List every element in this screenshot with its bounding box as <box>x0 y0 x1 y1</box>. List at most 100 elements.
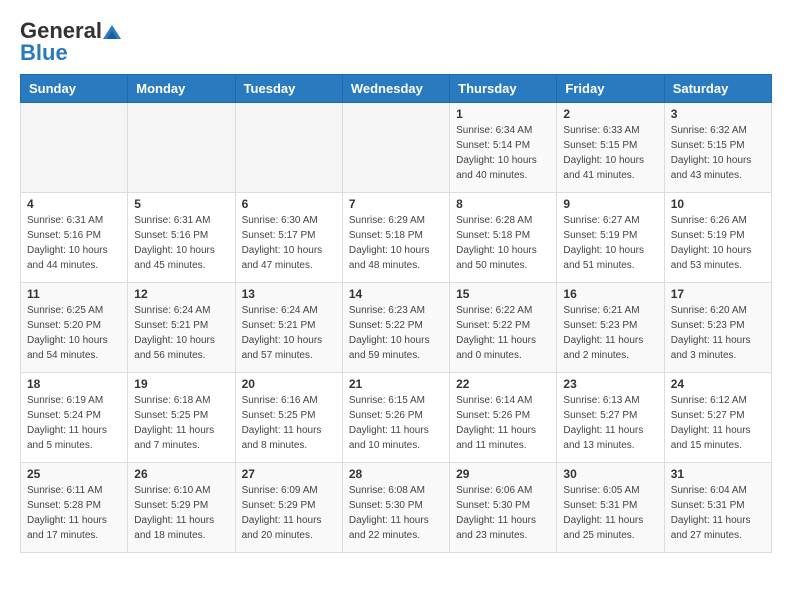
day-info: Sunrise: 6:29 AM Sunset: 5:18 PM Dayligh… <box>349 213 443 273</box>
logo-icon <box>103 25 121 39</box>
calendar-cell: 3Sunrise: 6:32 AM Sunset: 5:15 PM Daylig… <box>664 103 771 193</box>
day-info: Sunrise: 6:26 AM Sunset: 5:19 PM Dayligh… <box>671 213 765 273</box>
day-number: 20 <box>242 377 336 391</box>
column-header-saturday: Saturday <box>664 75 771 103</box>
day-number: 29 <box>456 467 550 481</box>
day-info: Sunrise: 6:13 AM Sunset: 5:27 PM Dayligh… <box>563 393 657 453</box>
logo-text: General <box>20 20 122 42</box>
day-info: Sunrise: 6:22 AM Sunset: 5:22 PM Dayligh… <box>456 303 550 363</box>
calendar-cell: 4 Sunrise: 6:31 AM Sunset: 5:16 PM Daylig… <box>21 193 128 283</box>
day-number: 31 <box>671 467 765 481</box>
calendar-cell: 16 Sunrise: 6:21 AM Sunset: 5:23 PM Dayli… <box>557 283 664 373</box>
day-info: Sunrise: 6:08 AM Sunset: 5:30 PM Dayligh… <box>349 483 443 543</box>
day-number: 24 <box>671 377 765 391</box>
day-info: Sunrise: 6:20 AM Sunset: 5:23 PM Dayligh… <box>671 303 765 363</box>
day-info: Sunrise: 6:04 AM Sunset: 5:31 PM Dayligh… <box>671 483 765 543</box>
day-number: 28 <box>349 467 443 481</box>
day-info: Sunrise: 6:14 AM Sunset: 5:26 PM Dayligh… <box>456 393 550 453</box>
day-number: 11 <box>27 287 121 301</box>
day-number: 22 <box>456 377 550 391</box>
day-info: Sunrise: 6:28 AM Sunset: 5:18 PM Dayligh… <box>456 213 550 273</box>
calendar-cell <box>128 103 235 193</box>
day-number: 30 <box>563 467 657 481</box>
calendar-cell: 21 Sunrise: 6:15 AM Sunset: 5:26 PM Dayli… <box>342 373 449 463</box>
day-number: 8 <box>456 197 550 211</box>
calendar-table: SundayMondayTuesdayWednesdayThursdayFrid… <box>20 74 772 553</box>
week-row-2: 4 Sunrise: 6:31 AM Sunset: 5:16 PM Daylig… <box>21 193 772 283</box>
calendar-cell: 26Sunrise: 6:10 AM Sunset: 5:29 PM Dayli… <box>128 463 235 553</box>
day-info: Sunrise: 6:18 AM Sunset: 5:25 PM Dayligh… <box>134 393 228 453</box>
calendar-cell: 5 Sunrise: 6:31 AM Sunset: 5:16 PM Daylig… <box>128 193 235 283</box>
day-number: 25 <box>27 467 121 481</box>
day-number: 19 <box>134 377 228 391</box>
day-info: Sunrise: 6:11 AM Sunset: 5:28 PM Dayligh… <box>27 483 121 543</box>
column-header-thursday: Thursday <box>450 75 557 103</box>
day-number: 16 <box>563 287 657 301</box>
calendar-cell <box>342 103 449 193</box>
column-header-monday: Monday <box>128 75 235 103</box>
week-row-5: 25 Sunrise: 6:11 AM Sunset: 5:28 PM Dayli… <box>21 463 772 553</box>
day-number: 18 <box>27 377 121 391</box>
day-number: 23 <box>563 377 657 391</box>
page-header: General Blue <box>20 20 772 64</box>
day-number: 12 <box>134 287 228 301</box>
day-info: Sunrise: 6:21 AM Sunset: 5:23 PM Dayligh… <box>563 303 657 363</box>
calendar-cell: 1Sunrise: 6:34 AM Sunset: 5:14 PM Daylig… <box>450 103 557 193</box>
calendar-cell: 30Sunrise: 6:05 AM Sunset: 5:31 PM Dayli… <box>557 463 664 553</box>
day-info: Sunrise: 6:12 AM Sunset: 5:27 PM Dayligh… <box>671 393 765 453</box>
calendar-cell: 6 Sunrise: 6:30 AM Sunset: 5:17 PM Daylig… <box>235 193 342 283</box>
calendar-cell: 23 Sunrise: 6:13 AM Sunset: 5:27 PM Dayli… <box>557 373 664 463</box>
day-number: 5 <box>134 197 228 211</box>
day-info: Sunrise: 6:27 AM Sunset: 5:19 PM Dayligh… <box>563 213 657 273</box>
calendar-cell: 20 Sunrise: 6:16 AM Sunset: 5:25 PM Dayli… <box>235 373 342 463</box>
logo-blue: Blue <box>20 42 68 64</box>
calendar-cell: 28 Sunrise: 6:08 AM Sunset: 5:30 PM Dayli… <box>342 463 449 553</box>
day-info: Sunrise: 6:33 AM Sunset: 5:15 PM Dayligh… <box>563 123 657 183</box>
calendar-cell: 8 Sunrise: 6:28 AM Sunset: 5:18 PM Daylig… <box>450 193 557 283</box>
day-number: 14 <box>349 287 443 301</box>
day-number: 21 <box>349 377 443 391</box>
day-info: Sunrise: 6:15 AM Sunset: 5:26 PM Dayligh… <box>349 393 443 453</box>
column-header-friday: Friday <box>557 75 664 103</box>
column-header-wednesday: Wednesday <box>342 75 449 103</box>
calendar-cell: 29 Sunrise: 6:06 AM Sunset: 5:30 PM Dayli… <box>450 463 557 553</box>
calendar-cell: 9Sunrise: 6:27 AM Sunset: 5:19 PM Daylig… <box>557 193 664 283</box>
calendar-cell: 2Sunrise: 6:33 AM Sunset: 5:15 PM Daylig… <box>557 103 664 193</box>
calendar-cell: 19 Sunrise: 6:18 AM Sunset: 5:25 PM Dayli… <box>128 373 235 463</box>
calendar-cell: 14 Sunrise: 6:23 AM Sunset: 5:22 PM Dayli… <box>342 283 449 373</box>
day-number: 4 <box>27 197 121 211</box>
calendar-cell: 15 Sunrise: 6:22 AM Sunset: 5:22 PM Dayli… <box>450 283 557 373</box>
day-number: 15 <box>456 287 550 301</box>
calendar-cell: 12Sunrise: 6:24 AM Sunset: 5:21 PM Dayli… <box>128 283 235 373</box>
day-number: 6 <box>242 197 336 211</box>
day-info: Sunrise: 6:16 AM Sunset: 5:25 PM Dayligh… <box>242 393 336 453</box>
calendar-cell: 10 Sunrise: 6:26 AM Sunset: 5:19 PM Dayli… <box>664 193 771 283</box>
calendar-cell <box>235 103 342 193</box>
calendar-cell: 27Sunrise: 6:09 AM Sunset: 5:29 PM Dayli… <box>235 463 342 553</box>
day-number: 13 <box>242 287 336 301</box>
day-number: 3 <box>671 107 765 121</box>
column-header-sunday: Sunday <box>21 75 128 103</box>
day-number: 10 <box>671 197 765 211</box>
day-info: Sunrise: 6:25 AM Sunset: 5:20 PM Dayligh… <box>27 303 121 363</box>
calendar-cell: 24 Sunrise: 6:12 AM Sunset: 5:27 PM Dayli… <box>664 373 771 463</box>
calendar-header-row: SundayMondayTuesdayWednesdayThursdayFrid… <box>21 75 772 103</box>
day-info: Sunrise: 6:30 AM Sunset: 5:17 PM Dayligh… <box>242 213 336 273</box>
week-row-3: 11 Sunrise: 6:25 AM Sunset: 5:20 PM Dayli… <box>21 283 772 373</box>
day-info: Sunrise: 6:23 AM Sunset: 5:22 PM Dayligh… <box>349 303 443 363</box>
day-info: Sunrise: 6:10 AM Sunset: 5:29 PM Dayligh… <box>134 483 228 543</box>
calendar-cell: 13Sunrise: 6:24 AM Sunset: 5:21 PM Dayli… <box>235 283 342 373</box>
week-row-1: 1Sunrise: 6:34 AM Sunset: 5:14 PM Daylig… <box>21 103 772 193</box>
day-number: 27 <box>242 467 336 481</box>
calendar-cell <box>21 103 128 193</box>
calendar-cell: 22 Sunrise: 6:14 AM Sunset: 5:26 PM Dayli… <box>450 373 557 463</box>
day-info: Sunrise: 6:06 AM Sunset: 5:30 PM Dayligh… <box>456 483 550 543</box>
day-number: 7 <box>349 197 443 211</box>
day-info: Sunrise: 6:31 AM Sunset: 5:16 PM Dayligh… <box>27 213 121 273</box>
day-info: Sunrise: 6:31 AM Sunset: 5:16 PM Dayligh… <box>134 213 228 273</box>
calendar-cell: 25 Sunrise: 6:11 AM Sunset: 5:28 PM Dayli… <box>21 463 128 553</box>
logo: General Blue <box>20 20 122 64</box>
day-number: 1 <box>456 107 550 121</box>
day-info: Sunrise: 6:19 AM Sunset: 5:24 PM Dayligh… <box>27 393 121 453</box>
week-row-4: 18 Sunrise: 6:19 AM Sunset: 5:24 PM Dayli… <box>21 373 772 463</box>
